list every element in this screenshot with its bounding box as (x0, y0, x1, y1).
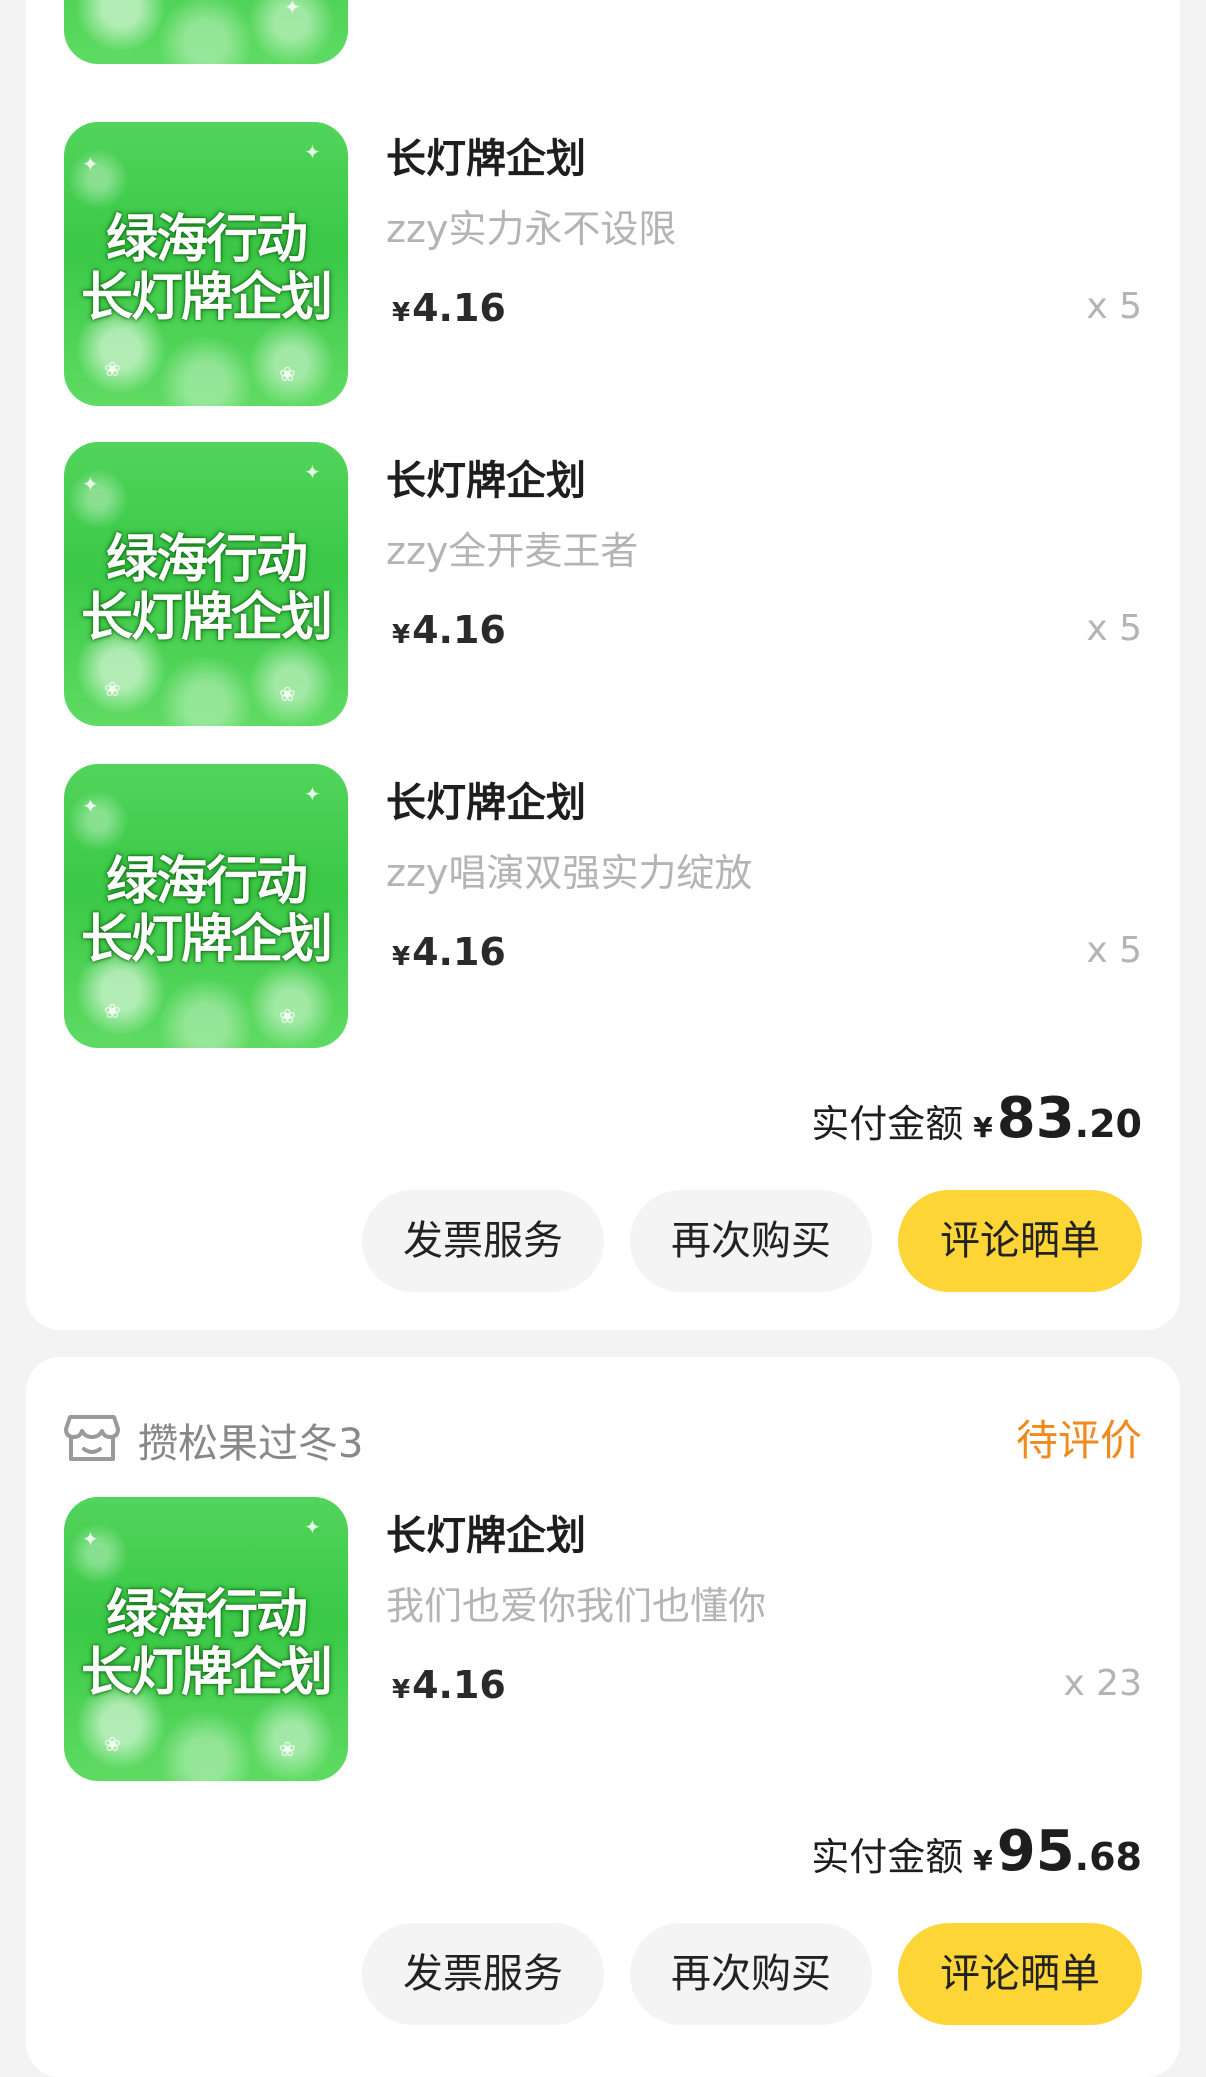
product-variant: zzy全开麦王者 (386, 529, 639, 573)
sparkle-icon: ✦ (82, 472, 99, 496)
order-card: 攒松果过冬3 待评价 ✦ ✦ ❀ ❀ 绿海行动 长灯牌企划 长灯牌企划 我们也爱… (26, 1357, 1180, 2077)
product-price: ¥4.16 (392, 608, 506, 652)
order-total: 实付金额 ¥95.68 (811, 1819, 1142, 1884)
order-total: 实付金额 ¥83.20 (811, 1086, 1142, 1151)
product-thumbnail[interactable]: ✦ ✦ ❀ ❀ 绿海行动 长灯牌企划 (64, 442, 348, 726)
buy-again-button[interactable]: 再次购买 (630, 1190, 872, 1292)
sparkle-icon: ❀ (104, 999, 121, 1023)
thumbnail-text-line1: 绿海行动 (105, 851, 308, 912)
product-title: 长灯牌企划 (386, 780, 586, 826)
total-decimal: .68 (1074, 1835, 1142, 1879)
shop-name[interactable]: 攒松果过冬3 (138, 1411, 363, 1469)
thumbnail-text-line1: 绿海行动 (105, 1584, 308, 1645)
product-quantity: x 5 (1086, 930, 1142, 971)
product-variant: zzy实力永不设限 (386, 207, 677, 251)
sparkle-icon: ✦ (304, 460, 321, 484)
order-status: 待评价 (1015, 1416, 1142, 1465)
product-thumbnail[interactable]: ✦ ✦ ❀ ❀ 绿海行动 长灯牌企划 (64, 1497, 348, 1781)
shop-header[interactable]: 攒松果过冬3 待评价 (64, 1407, 1142, 1467)
sparkle-icon: ✦ (94, 0, 111, 4)
product-quantity: x 5 (1086, 286, 1142, 327)
product-price: ¥4.16 (392, 1663, 506, 1707)
thumbnail-text-line2: 长灯牌企划 (80, 587, 333, 648)
total-integer: 95 (996, 1819, 1075, 1884)
product-variant: zzy唱演双强实力绽放 (386, 851, 753, 895)
sparkle-icon: ✦ (82, 794, 99, 818)
sparkle-icon: ✦ (304, 782, 321, 806)
review-button[interactable]: 评论晒单 (898, 1190, 1142, 1292)
thumbnail-text-line1: 绿海行动 (105, 209, 308, 270)
product-thumbnail[interactable]: ✦ ✦ (64, 0, 348, 64)
currency-symbol: ¥ (392, 942, 411, 972)
invoice-service-button[interactable]: 发票服务 (362, 1923, 604, 2025)
currency-symbol: ¥ (392, 1675, 411, 1705)
sparkle-icon: ❀ (279, 1004, 296, 1028)
total-decimal: .20 (1074, 1102, 1142, 1146)
sparkle-icon: ❀ (279, 1737, 296, 1761)
total-label: 实付金额 (811, 1835, 964, 1879)
sparkle-icon: ❀ (104, 357, 121, 381)
product-title: 长灯牌企划 (386, 458, 586, 504)
thumbnail-text-line2: 长灯牌企划 (80, 1642, 333, 1703)
product-thumbnail[interactable]: ✦ ✦ ❀ ❀ 绿海行动 长灯牌企划 (64, 122, 348, 406)
currency-symbol: ¥ (973, 1111, 993, 1144)
buy-again-button[interactable]: 再次购买 (630, 1923, 872, 2025)
total-integer: 83 (996, 1086, 1075, 1151)
sparkle-icon: ❀ (104, 1732, 121, 1756)
invoice-service-button[interactable]: 发票服务 (362, 1190, 604, 1292)
sparkle-icon: ✦ (304, 1515, 321, 1539)
sparkle-icon: ✦ (82, 1527, 99, 1551)
sparkle-icon: ❀ (279, 362, 296, 386)
product-price: ¥4.16 (392, 930, 506, 974)
product-quantity: x 5 (1086, 608, 1142, 649)
product-quantity: x 23 (1063, 1663, 1142, 1704)
review-button[interactable]: 评论晒单 (898, 1923, 1142, 2025)
price-value: 4.16 (412, 286, 506, 330)
price-value: 4.16 (412, 608, 506, 652)
thumbnail-text-line2: 长灯牌企划 (80, 267, 333, 328)
thumbnail-text-line1: 绿海行动 (105, 529, 308, 590)
sparkle-icon: ✦ (304, 140, 321, 164)
currency-symbol: ¥ (392, 620, 411, 650)
total-label: 实付金额 (811, 1102, 964, 1146)
currency-symbol: ¥ (392, 298, 411, 328)
order-card: ✦ ✦ ✦ ✦ ❀ ❀ 绿海行动 长灯牌企划 长灯牌企划 zzy实力永不设限 ¥… (26, 0, 1180, 1330)
product-thumbnail[interactable]: ✦ ✦ ❀ ❀ 绿海行动 长灯牌企划 (64, 764, 348, 1048)
currency-symbol: ¥ (973, 1844, 993, 1877)
price-value: 4.16 (412, 1663, 506, 1707)
shop-icon (64, 1413, 120, 1463)
sparkle-icon: ❀ (279, 682, 296, 706)
sparkle-icon: ❀ (104, 677, 121, 701)
product-title: 长灯牌企划 (386, 1513, 586, 1559)
product-price: ¥4.16 (392, 286, 506, 330)
product-variant: 我们也爱你我们也懂你 (386, 1584, 767, 1628)
price-value: 4.16 (412, 930, 506, 974)
sparkle-icon: ✦ (82, 152, 99, 176)
thumbnail-text-line2: 长灯牌企划 (80, 909, 333, 970)
product-title: 长灯牌企划 (386, 136, 586, 182)
sparkle-icon: ✦ (284, 0, 301, 19)
